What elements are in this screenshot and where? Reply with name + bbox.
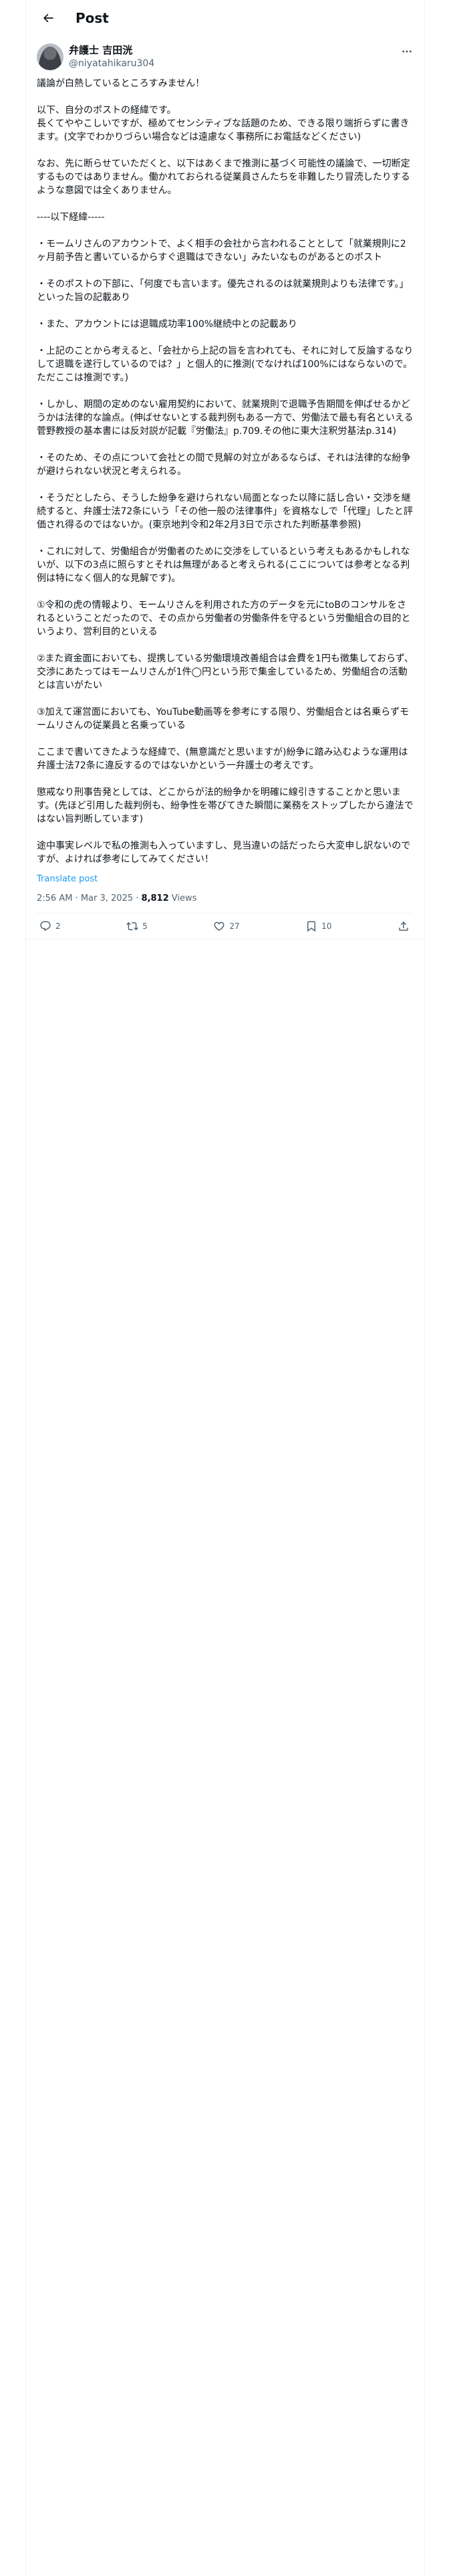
views-label: Views [168,893,197,903]
top-bar: Post [26,0,424,35]
action-bar: 2 5 27 10 [26,914,424,940]
bookmark-count: 10 [321,922,332,931]
post-meta: 2:56 AM · Mar 3, 2025 · 8,812 Views [37,884,414,914]
post-date[interactable]: Mar 3, 2025 [81,893,133,903]
share-button[interactable] [398,920,414,932]
translate-post-link[interactable]: Translate post [26,866,424,884]
back-arrow-icon [43,13,53,22]
repost-icon [126,922,139,931]
repost-count: 5 [142,922,148,931]
like-button[interactable]: 27 [213,920,240,932]
page-title: Post [76,9,109,26]
author-info: 弁護士 吉田洸 @niyatahikaru304 [69,43,154,70]
back-button[interactable] [37,7,59,29]
author-name[interactable]: 弁護士 吉田洸 [69,43,154,57]
avatar[interactable] [37,43,63,70]
meta-separator: · [72,893,81,903]
views-count: 8,812 [141,893,169,903]
meta-separator-2: · [133,893,142,903]
like-icon [214,922,224,931]
reply-count: 2 [55,922,61,931]
like-count: 27 [229,922,240,931]
author-handle[interactable]: @niyatahikaru304 [69,57,154,70]
author-block: 弁護士 吉田洸 @niyatahikaru304 [26,35,424,70]
post-time[interactable]: 2:56 AM [37,893,72,903]
more-button[interactable] [400,45,414,58]
reply-icon [40,921,51,932]
reply-button[interactable]: 2 [39,920,61,932]
bookmark-button[interactable]: 10 [305,920,331,932]
more-icon [402,50,412,53]
bookmark-icon [307,921,316,932]
share-icon [399,921,408,931]
post-text: 議論が白熱しているところすみません！ 以下、自分のポストの経緯です。 長くてやや… [37,78,414,865]
post-column: Post 弁護士 吉田洸 @niyatahikaru304 議論が白熱していると… [25,0,425,2576]
repost-button[interactable]: 5 [126,920,148,932]
